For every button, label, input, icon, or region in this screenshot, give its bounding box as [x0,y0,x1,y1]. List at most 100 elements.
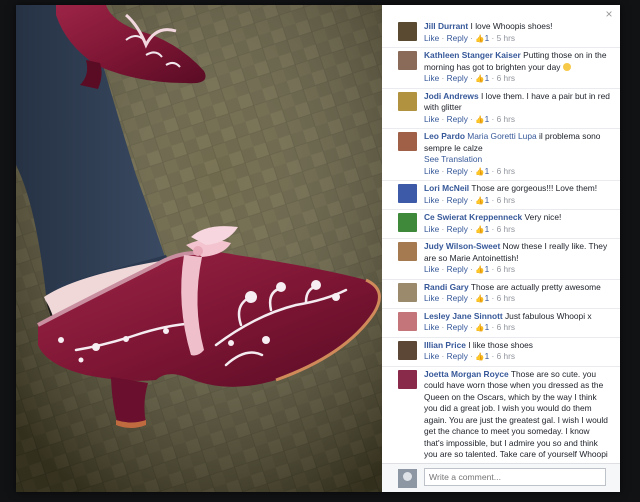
like-count-icon: 👍 [475,114,485,124]
comment-author[interactable]: Randi Gary [424,282,469,292]
comment-timestamp[interactable]: 5 hrs [497,33,515,43]
comment-author[interactable]: Ce Swierat Kreppenneck [424,212,522,222]
like-count[interactable]: 1 [485,293,490,303]
comment-meta: Like · Reply · 👍1 · 6 hrs [424,351,516,361]
comment-author[interactable]: Lori McNeil [424,183,469,193]
comment-text: Just fabulous Whoopi x [504,310,592,321]
reply-link[interactable]: Reply [447,33,468,43]
comment-timestamp[interactable]: 6 hrs [497,114,515,124]
like-link[interactable]: Like [424,322,439,332]
comment-author[interactable]: Illian Price [424,340,466,350]
avatar[interactable] [398,340,417,360]
like-link[interactable]: Like [424,224,439,234]
comment-meta: Like · Reply · 👍1 · 6 hrs [424,194,516,205]
comment-timestamp[interactable]: 6 hrs [497,166,515,176]
avatar[interactable] [398,51,417,70]
comment-timestamp[interactable]: 6 hrs [497,322,515,332]
see-translation-link[interactable]: See Translation [424,154,610,166]
comment-timestamp[interactable]: 6 hrs [497,224,515,234]
like-count[interactable]: 1 [485,166,490,176]
avatar[interactable] [398,311,417,331]
like-link[interactable]: Like [424,73,439,83]
reply-link[interactable]: Reply [447,73,468,83]
comment-author[interactable]: Jill Durrant [424,21,468,31]
comment-item: Jill Durrant I love Whoopis shoes! Like ·… [382,19,620,48]
like-link[interactable]: Like [424,293,439,303]
comment-author[interactable]: Jodi Andrews [424,91,479,101]
like-link[interactable]: Like [424,351,439,361]
comment-text: Those are actually pretty awesome [470,281,601,292]
like-count-icon: 👍 [475,166,485,176]
like-count[interactable]: 1 [485,264,490,274]
comment-item: Lori McNeil Those are gorgeous!!! Love t… [382,181,620,210]
like-count[interactable]: 1 [485,351,490,361]
comment-mention[interactable]: Maria Goretti Lupa [467,131,536,141]
comment-timestamp[interactable]: 6 hrs [497,195,515,205]
like-count[interactable]: 1 [485,322,490,332]
like-count-icon: 👍 [475,294,485,303]
like-count-icon: 👍 [475,323,485,332]
like-count[interactable]: 1 [485,33,490,43]
reply-link[interactable]: Reply [447,114,468,124]
avatar[interactable] [398,242,417,261]
comment-meta: Like · Reply · 👍1 · 6 hrs [424,322,516,332]
reply-link[interactable]: Reply [447,264,468,274]
comment-meta: Like · Reply · 👍1 · 6 hrs [424,223,516,234]
reply-link[interactable]: Reply [447,195,468,205]
comment-timestamp[interactable]: 6 hrs [497,264,515,274]
like-count-icon: 👍 [475,195,485,205]
comment-author[interactable]: Judy Wilson-Sweet [424,241,500,251]
comment-timestamp[interactable]: 6 hrs [497,293,515,303]
comment-item: Jodi Andrews I love them. I have a pair … [382,89,620,129]
comment-text: I love Whoopis shoes! [470,21,553,31]
comment-item: Kathleen Stanger Kaiser Putting those on… [382,48,620,89]
comment-text: Those are so cute. you could have worn t… [424,368,608,465]
avatar[interactable] [398,213,417,232]
like-count[interactable]: 1 [485,224,490,234]
like-count[interactable]: 1 [485,114,490,124]
like-count-icon: 👍 [475,33,485,43]
comment-author[interactable]: Joetta Morgan Royce [424,369,509,379]
reply-link[interactable]: Reply [447,224,468,234]
like-link[interactable]: Like [424,166,439,176]
comment-item: Leo Pardo Maria Goretti Lupa il problema… [382,129,620,181]
avatar[interactable] [398,91,417,111]
comment-input[interactable] [424,468,606,486]
comment-list[interactable]: Jill Durrant I love Whoopis shoes! Like ·… [382,19,620,464]
avatar[interactable] [398,282,417,302]
comment-text: Those are gorgeous!!! Love them! [471,183,598,193]
avatar[interactable] [398,132,417,151]
comment-item: Judy Wilson-Sweet Now these I really lik… [382,239,620,280]
avatar[interactable] [398,369,417,389]
smile-icon [562,62,571,71]
comments-panel: × Jill Durrant I love Whoopis shoes! Like… [382,5,620,492]
like-link[interactable]: Like [424,33,439,43]
photo-lightbox: × Jill Durrant I love Whoopis shoes! Like… [16,5,620,492]
comment-timestamp[interactable]: 6 hrs [497,351,515,361]
like-count-icon: 👍 [475,224,485,234]
comment-author[interactable]: Leo Pardo [424,131,465,141]
reply-link[interactable]: Reply [447,322,468,332]
comment-item: Ce Swierat Kreppenneck Very nice! Like · … [382,210,620,239]
like-count-icon: 👍 [475,352,485,361]
avatar[interactable] [398,184,417,203]
comment-item: Joetta Morgan Royce Those are so cute. y… [382,367,620,465]
like-link[interactable]: Like [424,264,439,274]
like-count[interactable]: 1 [485,195,490,205]
comment-author[interactable]: Kathleen Stanger Kaiser [424,50,521,60]
like-link[interactable]: Like [424,114,439,124]
reply-link[interactable]: Reply [447,166,468,176]
comment-author[interactable]: Lesley Jane Sinnott [424,311,503,321]
comment-meta: Like · Reply · 👍1 · 6 hrs [424,113,516,124]
comment-item: Lesley Jane Sinnott Just fabulous Whoopi… [382,309,620,338]
comment-meta: Like · Reply · 👍1 · 6 hrs [424,165,516,176]
comment-timestamp[interactable]: 6 hrs [497,73,515,83]
reply-link[interactable]: Reply [447,293,468,303]
reply-link[interactable]: Reply [447,351,468,361]
comment-composer [382,463,620,492]
photo-viewer[interactable] [16,5,382,492]
avatar[interactable] [398,22,417,41]
like-link[interactable]: Like [424,195,439,205]
like-count[interactable]: 1 [485,73,490,83]
comment-item: Illian Price I like those shoes Like · Re… [382,338,620,367]
